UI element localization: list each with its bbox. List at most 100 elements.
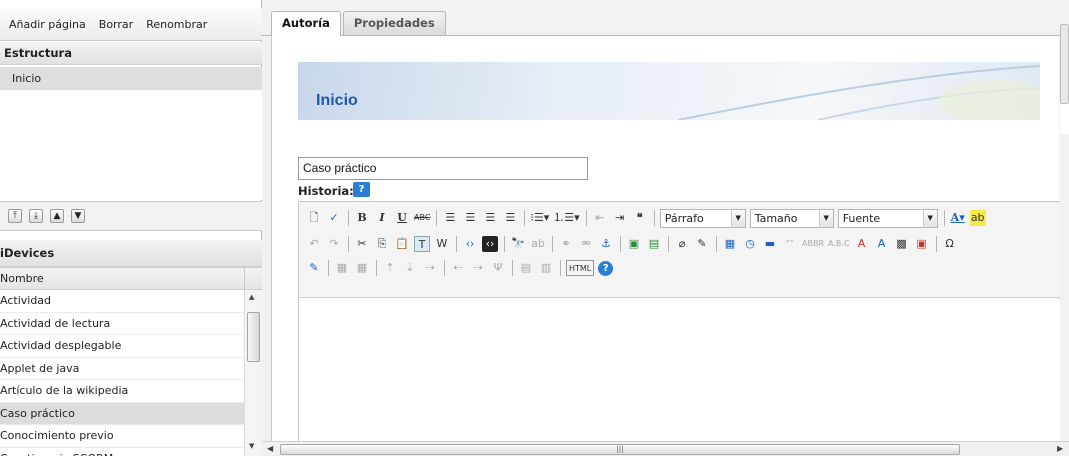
paste-text-icon[interactable]: T bbox=[414, 236, 430, 252]
paste-icon[interactable]: 📋 bbox=[394, 236, 410, 252]
italic-icon[interactable]: I bbox=[374, 210, 390, 226]
row-before-icon[interactable]: ⇡ bbox=[382, 260, 398, 276]
editor-toolbar: 🗋 ✓ B I U ABC ☰ ☰ ☰ ☰ ⁝☰▾ ⒈☰▾ ⇤ ⇥ ❝ Párr… bbox=[299, 202, 1060, 298]
move-top-button[interactable]: ⤒ bbox=[8, 209, 22, 223]
col-after-icon[interactable]: ⇢ bbox=[470, 260, 486, 276]
abbr-icon[interactable]: ABBR bbox=[802, 236, 824, 252]
table-icon[interactable]: ▦ bbox=[334, 260, 350, 276]
source-code-icon[interactable]: ‹› bbox=[462, 236, 478, 252]
unlink-icon[interactable]: ⚮ bbox=[578, 236, 594, 252]
scrollbar-thumb[interactable] bbox=[247, 312, 260, 362]
move-up-button[interactable]: ▲ bbox=[50, 209, 64, 223]
move-bottom-button[interactable]: ⤓ bbox=[29, 209, 43, 223]
undo-icon[interactable]: ↶ bbox=[306, 236, 322, 252]
deletion-icon[interactable]: A bbox=[854, 236, 870, 252]
scroll-up-icon[interactable]: ▲ bbox=[249, 293, 254, 301]
move-down-button[interactable]: ▼ bbox=[71, 209, 85, 223]
media-icon[interactable]: ▤ bbox=[646, 236, 662, 252]
horizontal-scrollbar[interactable]: ◀ ||| ▶ bbox=[262, 441, 1069, 456]
scroll-right-icon[interactable]: ▶ bbox=[1057, 444, 1063, 453]
cut-icon[interactable]: ✂ bbox=[354, 236, 370, 252]
new-document-icon[interactable]: 🗋 bbox=[306, 210, 322, 226]
paste-word-icon[interactable]: W bbox=[434, 236, 450, 252]
toolbar-separator bbox=[653, 210, 655, 226]
align-justify-icon[interactable]: ☰ bbox=[502, 210, 518, 226]
align-left-icon[interactable]: ☰ bbox=[442, 210, 458, 226]
help-icon[interactable]: ? bbox=[353, 182, 370, 197]
toolbar-row-3: ✎ ▦ ▦ ⇡ ⇣ ⇢ ⇠ ⇢ Ψ ▤ ▥ HTML ? bbox=[306, 256, 614, 280]
embed-code-icon[interactable]: ‹› bbox=[482, 236, 498, 252]
scrollbar-thumb[interactable] bbox=[1060, 24, 1069, 104]
insert-time-icon[interactable]: ◷ bbox=[742, 236, 758, 252]
tab-authoring[interactable]: Autoría bbox=[271, 11, 341, 36]
edit-css-icon[interactable]: ✎ bbox=[306, 260, 322, 276]
acronym-icon[interactable]: A.B.C bbox=[828, 236, 850, 252]
html-source-button[interactable]: HTML bbox=[566, 260, 595, 276]
font-family-select-value: Fuente bbox=[842, 211, 881, 225]
delete-col-icon[interactable]: Ψ bbox=[490, 260, 506, 276]
strikethrough-icon[interactable]: ABC bbox=[414, 210, 430, 226]
structure-header: Estructura bbox=[0, 42, 262, 65]
find-icon[interactable]: 🔭 bbox=[510, 236, 526, 252]
align-center-icon[interactable]: ☰ bbox=[462, 210, 478, 226]
link-icon[interactable]: ⚭ bbox=[558, 236, 574, 252]
bullet-list-icon[interactable]: ⁝☰▾ bbox=[530, 210, 549, 226]
split-cells-icon[interactable]: ▤ bbox=[518, 260, 534, 276]
scrollbar-thumb[interactable]: ||| bbox=[280, 444, 960, 455]
idevice-item[interactable]: Cuestionario SCORM bbox=[0, 448, 244, 456]
blockquote-icon[interactable]: ❝ bbox=[632, 210, 648, 226]
idevices-scrollbar[interactable]: ▲ ▼ bbox=[244, 290, 262, 456]
idevices-column-header[interactable]: Nombre bbox=[0, 267, 262, 290]
merge-cells-icon[interactable]: ▥ bbox=[538, 260, 554, 276]
anchor-icon[interactable]: ⚓ bbox=[598, 236, 614, 252]
redo-icon[interactable]: ↷ bbox=[326, 236, 342, 252]
idevice-item[interactable]: Applet de java bbox=[0, 358, 244, 380]
outline-tree-area bbox=[0, 90, 262, 200]
outline-node-inicio[interactable]: Inicio bbox=[0, 67, 262, 90]
idevice-item-selected[interactable]: Caso práctico bbox=[0, 402, 244, 425]
idevice-title-input[interactable]: Caso práctico bbox=[298, 157, 588, 180]
spellcheck-icon[interactable]: ✓ bbox=[326, 210, 342, 226]
tab-properties[interactable]: Propiedades bbox=[342, 11, 446, 35]
text-color-icon[interactable]: A▾ bbox=[950, 210, 966, 226]
col-before-icon[interactable]: ⇠ bbox=[450, 260, 466, 276]
align-right-icon[interactable]: ☰ bbox=[482, 210, 498, 226]
rename-button[interactable]: Renombrar bbox=[146, 18, 207, 31]
nonbreaking-icon[interactable]: ▣ bbox=[914, 236, 930, 252]
attributes-icon[interactable]: ▩ bbox=[894, 236, 910, 252]
editor-content-area[interactable] bbox=[299, 299, 1060, 456]
row-after-icon[interactable]: ⇣ bbox=[402, 260, 418, 276]
scroll-left-icon[interactable]: ◀ bbox=[267, 444, 273, 453]
insert-date-icon[interactable]: ▦ bbox=[722, 236, 738, 252]
idevice-item[interactable]: Artículo de la wikipedia bbox=[0, 380, 244, 403]
copy-icon[interactable]: ⎘ bbox=[374, 236, 390, 252]
delete-row-icon[interactable]: ⇢ bbox=[422, 260, 438, 276]
idevice-item[interactable]: Actividad bbox=[0, 290, 244, 313]
horizontal-rule-icon[interactable]: ▬ bbox=[762, 236, 778, 252]
scroll-down-icon[interactable]: ▼ bbox=[249, 442, 254, 450]
outdent-icon[interactable]: ⇤ bbox=[592, 210, 608, 226]
bold-icon[interactable]: B bbox=[354, 210, 370, 226]
delete-button[interactable]: Borrar bbox=[99, 18, 133, 31]
add-page-button[interactable]: Añadir página bbox=[9, 18, 86, 31]
cite-icon[interactable]: “” bbox=[782, 236, 798, 252]
underline-icon[interactable]: U bbox=[394, 210, 410, 226]
idevice-item[interactable]: Actividad de lectura bbox=[0, 313, 244, 335]
highlight-color-icon[interactable]: ab bbox=[969, 210, 986, 226]
remove-format-icon[interactable]: ✎ bbox=[694, 236, 710, 252]
cleanup-icon[interactable]: ⌀ bbox=[674, 236, 690, 252]
idevice-item[interactable]: Actividad desplegable bbox=[0, 335, 244, 358]
font-family-select[interactable]: Fuente ▼ bbox=[837, 208, 938, 228]
font-size-select[interactable]: Tamaño ▼ bbox=[749, 208, 834, 228]
image-icon[interactable]: ▣ bbox=[626, 236, 642, 252]
page-scrollbar[interactable] bbox=[1060, 24, 1069, 134]
replace-icon[interactable]: ab bbox=[530, 236, 546, 252]
special-char-icon[interactable]: Ω bbox=[942, 236, 958, 252]
format-select[interactable]: Párrafo ▼ bbox=[659, 208, 746, 228]
insertion-icon[interactable]: A bbox=[874, 236, 890, 252]
numbered-list-icon[interactable]: ⒈☰▾ bbox=[553, 210, 579, 226]
table-props-icon[interactable]: ▦ bbox=[354, 260, 370, 276]
indent-icon[interactable]: ⇥ bbox=[612, 210, 628, 226]
idevice-item[interactable]: Conocimiento previo bbox=[0, 425, 244, 448]
help-icon[interactable]: ? bbox=[598, 260, 614, 276]
